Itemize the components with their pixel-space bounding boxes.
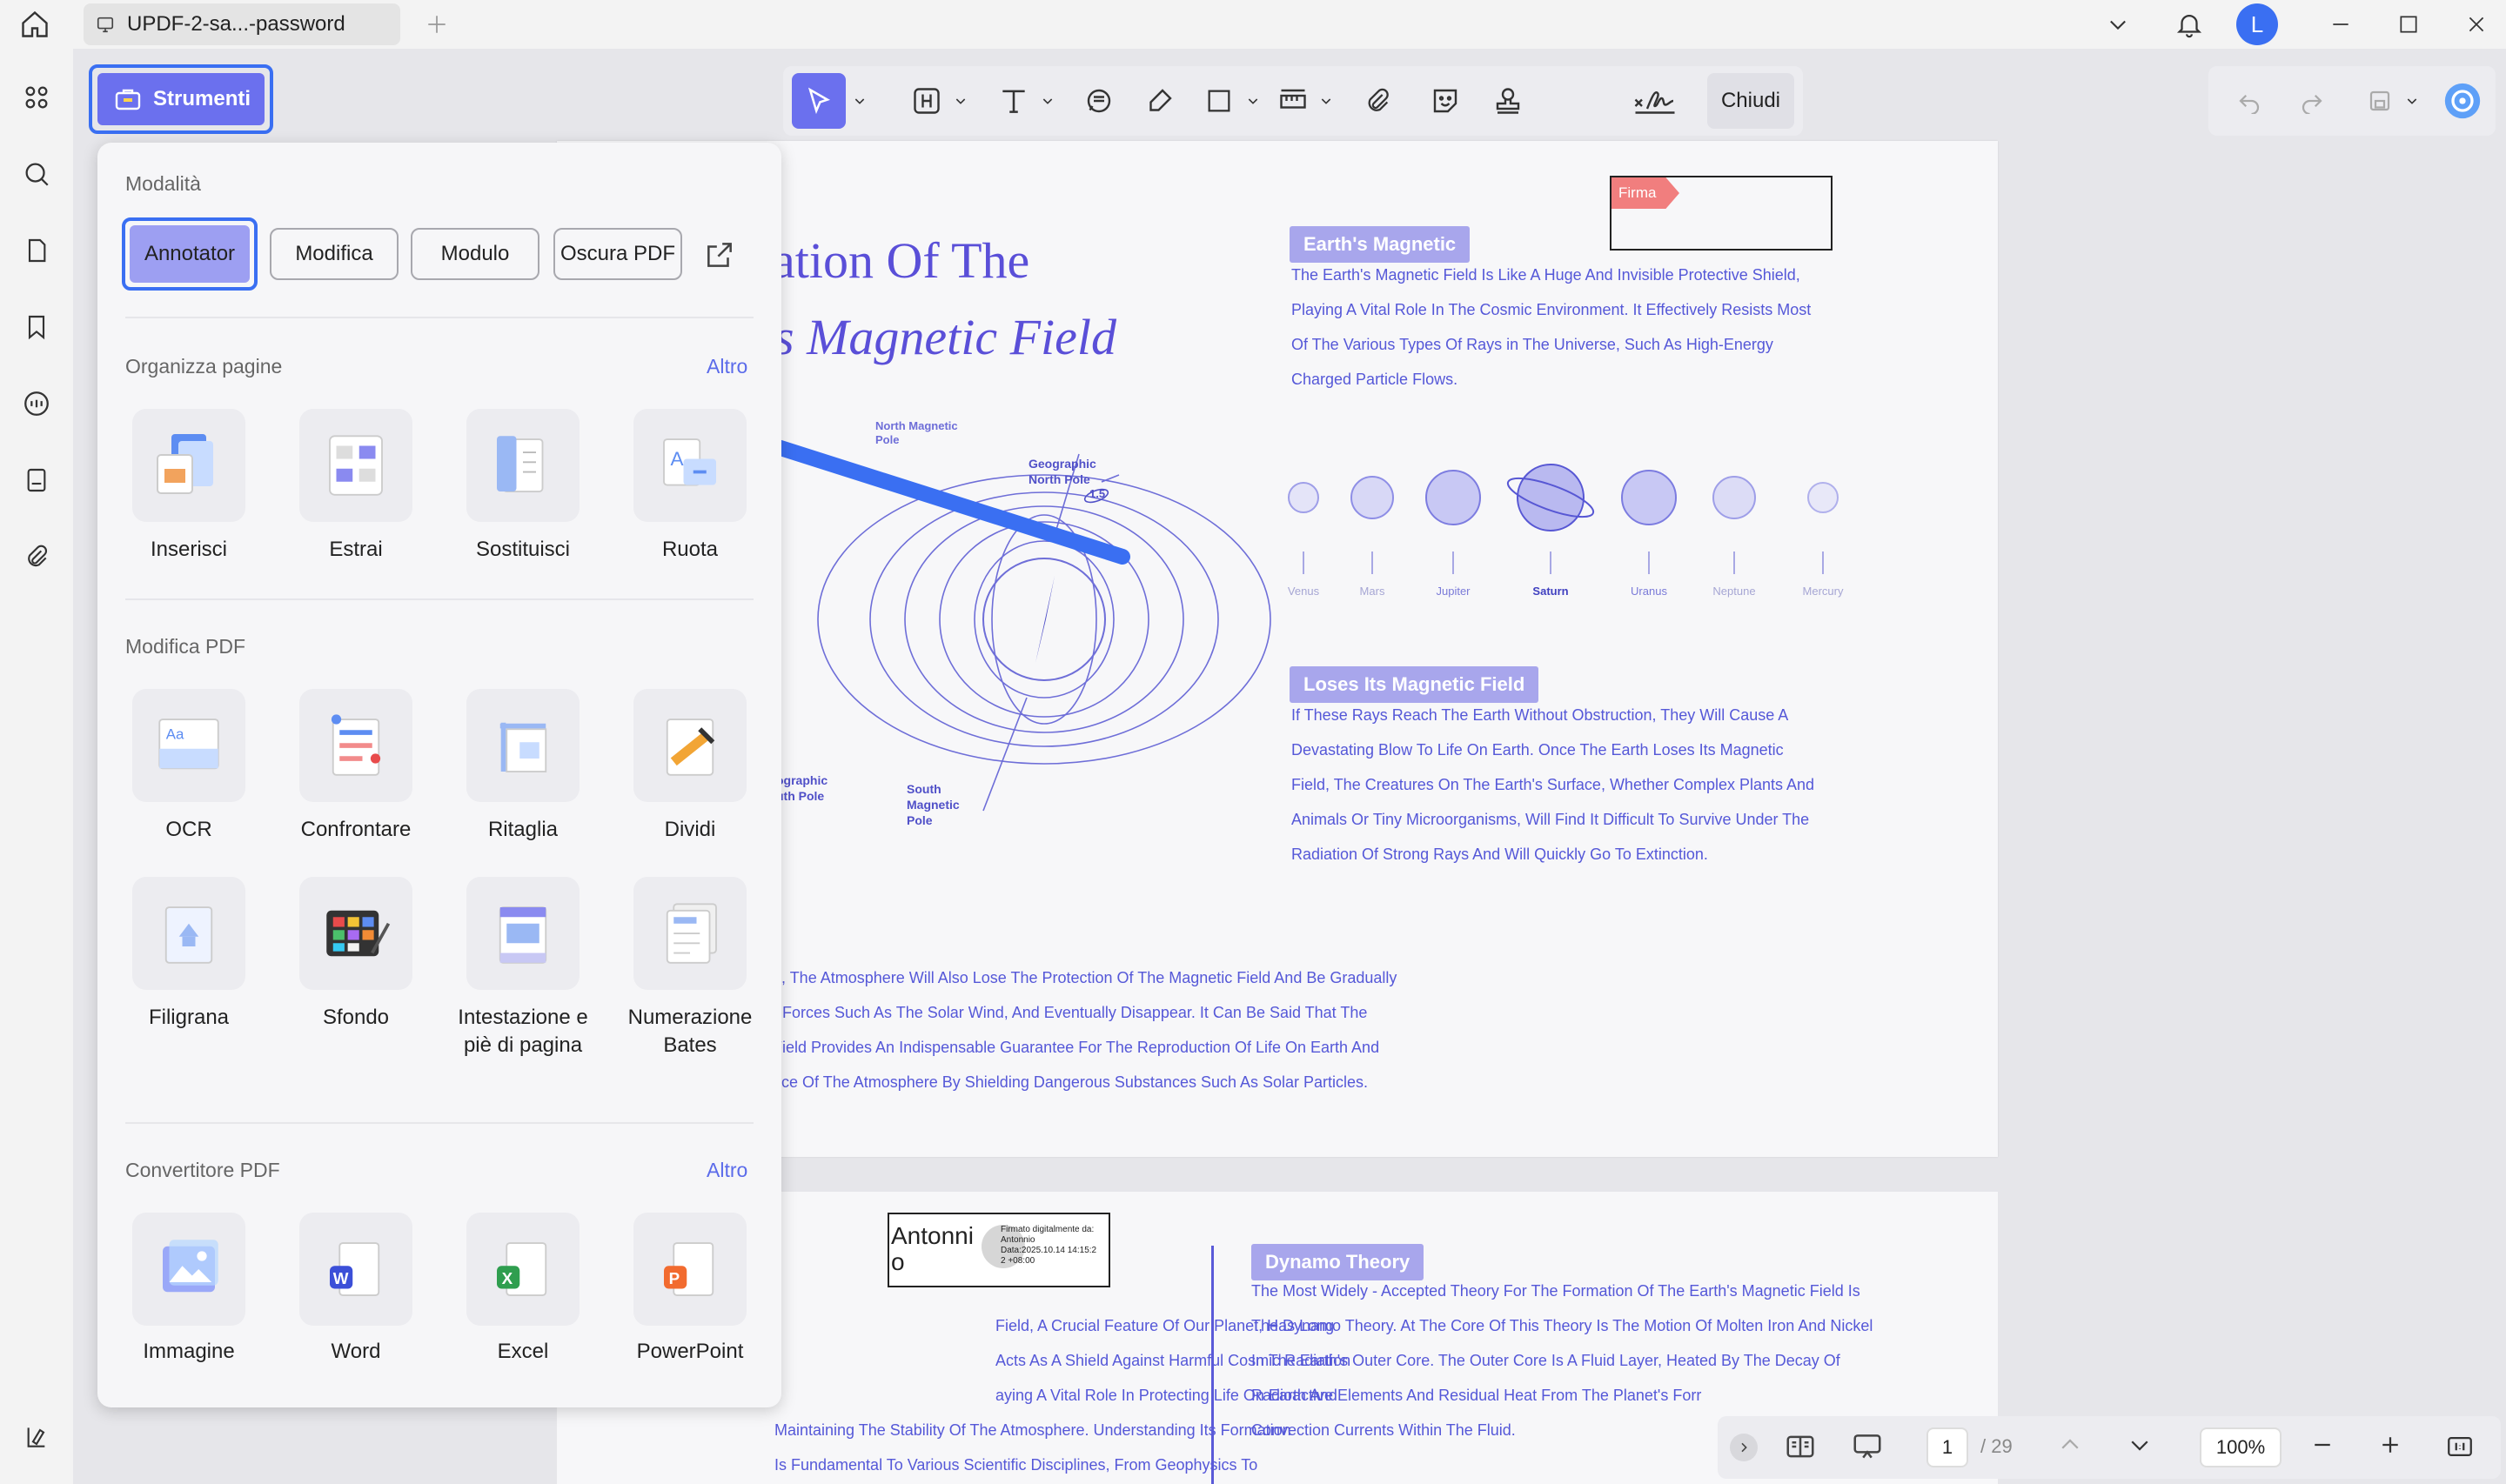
- ocr-icon: Aa: [158, 719, 219, 770]
- bates-numbering-icon: [666, 903, 717, 964]
- word-label: Word: [331, 1340, 381, 1363]
- mode-redact-button[interactable]: Oscura PDF: [553, 228, 682, 280]
- bates-label: Numerazione Bates: [627, 1006, 753, 1057]
- svg-text:P: P: [669, 1269, 680, 1287]
- compare-label: Confrontare: [300, 818, 412, 841]
- mode-heading: Modalità: [125, 172, 201, 195]
- split-tile[interactable]: [633, 689, 747, 802]
- total-pages: / 29: [1980, 1435, 2013, 1457]
- split-label: Dividi: [664, 818, 716, 841]
- powerpoint-icon: P: [664, 1242, 714, 1296]
- background-label: Sfondo: [322, 1006, 390, 1029]
- converter-more-link[interactable]: Altro: [707, 1159, 747, 1182]
- background-icon: [326, 910, 391, 957]
- mode-edit-button[interactable]: Modifica: [270, 228, 399, 280]
- rotate-label: Ruota: [661, 538, 719, 561]
- organize-more-link[interactable]: Altro: [707, 355, 747, 378]
- bottom-navigation: 1 / 29 100%: [1718, 1416, 2501, 1479]
- chevron-down-icon[interactable]: [2127, 1432, 2161, 1463]
- edit-pdf-heading: Modifica PDF: [125, 635, 246, 658]
- svg-text:A: A: [671, 448, 684, 470]
- signer-name: Antonni o: [891, 1222, 974, 1275]
- zoom-out-icon[interactable]: [2309, 1432, 2344, 1463]
- divider: [125, 1122, 754, 1124]
- header-footer-icon: [499, 906, 547, 964]
- page-layout-icon[interactable]: [1784, 1430, 1819, 1465]
- bates-tile[interactable]: [633, 877, 747, 990]
- signature-details: Firmato digitalmente da: Antonnio Data:202…: [1001, 1225, 1097, 1266]
- zoom-in-icon[interactable]: [2377, 1432, 2412, 1463]
- header-footer-tile[interactable]: [466, 877, 580, 990]
- extract-tile[interactable]: [299, 409, 412, 522]
- image-icon: [163, 1240, 218, 1293]
- image-label: Immagine: [143, 1340, 235, 1363]
- header-footer-label: Intestazione e piè di pagina: [458, 1006, 588, 1057]
- split-icon: [666, 719, 715, 776]
- excel-icon: X: [497, 1242, 547, 1296]
- zoom-input[interactable]: 100%: [2200, 1427, 2282, 1467]
- mode-form-button[interactable]: Modulo: [411, 228, 539, 280]
- organize-heading: Organizza pagine: [125, 355, 283, 378]
- current-page-input[interactable]: 1: [1926, 1427, 1968, 1467]
- replace-label: Sostituisci: [475, 538, 571, 561]
- word-icon: W: [330, 1242, 380, 1296]
- column-divider: [1211, 1246, 1214, 1484]
- digital-signature-box[interactable]: Antonni o Firmato digitalmente da: Antonni…: [888, 1213, 1110, 1287]
- divider: [125, 317, 754, 318]
- open-external-icon[interactable]: [703, 238, 738, 273]
- crop-tile[interactable]: [466, 689, 580, 802]
- powerpoint-tile[interactable]: P: [633, 1213, 747, 1326]
- svg-text:Aa: Aa: [166, 726, 184, 743]
- svg-text:X: X: [502, 1269, 513, 1287]
- mode-annotator-button[interactable]: Annotator: [122, 217, 258, 291]
- image-tile[interactable]: [132, 1213, 245, 1326]
- insert-tile[interactable]: [132, 409, 245, 522]
- background-tile[interactable]: [299, 877, 412, 990]
- replace-icon: [497, 436, 544, 492]
- watermark-tile[interactable]: [132, 877, 245, 990]
- chevron-right-icon[interactable]: [1730, 1434, 1758, 1461]
- excel-tile[interactable]: X: [466, 1213, 580, 1326]
- actual-size-icon[interactable]: [2445, 1432, 2480, 1463]
- divider: [125, 598, 754, 600]
- rotate-tile[interactable]: A: [633, 409, 747, 522]
- rotate-icon: A: [663, 438, 716, 486]
- excel-label: Excel: [497, 1340, 549, 1363]
- replace-tile[interactable]: [466, 409, 580, 522]
- compare-tile[interactable]: [299, 689, 412, 802]
- extract-icon: [329, 435, 383, 496]
- ocr-label: OCR: [165, 818, 212, 841]
- crop-icon: [499, 722, 547, 772]
- powerpoint-label: PowerPoint: [636, 1340, 744, 1363]
- chevron-up-icon[interactable]: [2057, 1432, 2092, 1463]
- svg-text:W: W: [333, 1269, 349, 1287]
- presentation-icon[interactable]: [1850, 1430, 1885, 1465]
- watermark-label: Filigrana: [148, 1006, 230, 1029]
- watermark-icon: [164, 906, 213, 964]
- tools-panel: Modalità Annotator Modifica Modulo Oscur…: [97, 143, 781, 1407]
- insert-icon: [157, 434, 213, 494]
- extract-label: Estrai: [329, 538, 383, 561]
- ocr-tile[interactable]: Aa: [132, 689, 245, 802]
- crop-label: Ritaglia: [487, 818, 559, 841]
- converter-heading: Convertitore PDF: [125, 1159, 280, 1181]
- compare-icon: [331, 714, 381, 776]
- word-tile[interactable]: W: [299, 1213, 412, 1326]
- insert-label: Inserisci: [150, 538, 228, 561]
